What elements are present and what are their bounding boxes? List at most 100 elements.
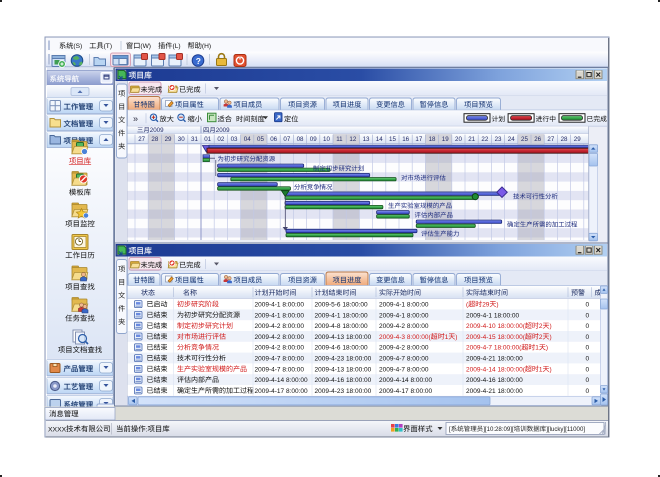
svg-text:2009-4-1 8:00:00: 2009-4-1 8:00:00 <box>379 302 429 309</box>
svg-text:16: 16 <box>402 136 409 143</box>
svg-text:30: 30 <box>178 136 185 143</box>
svg-text:2009-4-17 8:00:00: 2009-4-17 8:00:00 <box>255 388 309 395</box>
svg-text:2009-4-10 18:00:00(: 2009-4-10 18:00:00( <box>466 323 526 330</box>
svg-text:29: 29 <box>165 136 172 143</box>
svg-text:): ) <box>550 366 552 373</box>
svg-text:2009-4-15 18:00:00(: 2009-4-15 18:00:00( <box>466 334 526 341</box>
svg-text:): ) <box>496 302 498 309</box>
svg-text:29: 29 <box>482 302 490 309</box>
svg-text:23: 23 <box>495 136 502 143</box>
svg-text:0: 0 <box>586 377 590 384</box>
svg-text:2009-4-23 18:00:00: 2009-4-23 18:00:00 <box>315 356 372 363</box>
svg-text:19: 19 <box>442 136 449 143</box>
svg-text:0: 0 <box>586 323 590 330</box>
svg-text:27: 27 <box>547 136 554 143</box>
svg-text:2009-4-7 18:00:00(: 2009-4-7 18:00:00( <box>466 345 522 352</box>
svg-text:0: 0 <box>586 312 590 319</box>
svg-text:(T): (T) <box>104 43 112 50</box>
svg-text:»: » <box>133 114 138 124</box>
svg-text:0: 0 <box>586 356 590 363</box>
svg-text:][lucky][11000]: ][lucky][11000] <box>546 426 585 433</box>
svg-text:2009-4-1 18:00:00: 2009-4-1 18:00:00 <box>315 312 369 319</box>
svg-text:0: 0 <box>586 366 590 373</box>
svg-text:2009-4-14 8:00:00: 2009-4-14 8:00:00 <box>379 377 433 384</box>
svg-text:2009-4-2 8:00:00: 2009-4-2 8:00:00 <box>379 345 429 352</box>
svg-text:2009-4-13 18:00:00: 2009-4-13 18:00:00 <box>315 366 372 373</box>
svg-text:27: 27 <box>138 136 145 143</box>
svg-text:18: 18 <box>429 136 436 143</box>
svg-text:2009-4-17 8:00:00: 2009-4-17 8:00:00 <box>379 388 433 395</box>
svg-text:XXXX: XXXX <box>48 426 67 433</box>
svg-text:25: 25 <box>521 136 528 143</box>
svg-text:2009-4-1 8:00:00: 2009-4-1 8:00:00 <box>379 312 429 319</box>
svg-text:28: 28 <box>151 136 158 143</box>
svg-text:2009-4-2 8:00:00: 2009-4-2 8:00:00 <box>255 323 305 330</box>
svg-text:(W): (W) <box>140 43 151 50</box>
svg-text:(L): (L) <box>173 43 181 50</box>
svg-text:(H): (H) <box>202 43 211 50</box>
svg-text:2009-4-16 18:00:00: 2009-4-16 18:00:00 <box>466 377 523 384</box>
svg-text:1: 1 <box>539 366 543 373</box>
svg-text:11: 11 <box>336 136 343 143</box>
svg-text:): ) <box>550 323 552 330</box>
svg-text:12: 12 <box>349 136 356 143</box>
svg-text:2009: 2009 <box>216 127 230 134</box>
svg-text::: : <box>146 426 148 433</box>
svg-text:2009-4-7 8:00:00: 2009-4-7 8:00:00 <box>379 366 429 373</box>
svg-text:15: 15 <box>389 136 396 143</box>
svg-text:2009-4-3 8:00:00(: 2009-4-3 8:00:00( <box>379 334 432 341</box>
svg-text:1: 1 <box>535 345 539 352</box>
svg-text:29: 29 <box>574 136 581 143</box>
svg-text:08: 08 <box>297 136 304 143</box>
svg-text:21: 21 <box>468 136 475 143</box>
svg-text:2: 2 <box>539 334 543 341</box>
svg-text:2009-4-7 8:00:00: 2009-4-7 8:00:00 <box>379 356 429 363</box>
svg-text:2009-4-1 8:00:00: 2009-4-1 8:00:00 <box>255 312 305 319</box>
svg-text:17: 17 <box>415 136 422 143</box>
svg-text:2009-4-14 8:00:00: 2009-4-14 8:00:00 <box>255 377 309 384</box>
svg-text:0: 0 <box>586 345 590 352</box>
svg-text:2: 2 <box>539 323 543 330</box>
svg-text:2009-4-7 8:00:00: 2009-4-7 8:00:00 <box>255 356 305 363</box>
svg-text:02: 02 <box>217 136 224 143</box>
svg-text:2009-4-1 8:00:00: 2009-4-1 8:00:00 <box>255 302 305 309</box>
svg-text:2009-4-14 18:00:00(: 2009-4-14 18:00:00( <box>466 366 526 373</box>
svg-text:01: 01 <box>204 136 211 143</box>
svg-text:24: 24 <box>508 136 515 143</box>
svg-text:(S): (S) <box>73 43 82 50</box>
svg-text:): ) <box>550 334 552 341</box>
svg-text:2009-4-13 18:00:00: 2009-4-13 18:00:00 <box>315 334 372 341</box>
svg-text:20: 20 <box>455 136 462 143</box>
svg-text:2009-4-7 8:00:00: 2009-4-7 8:00:00 <box>255 366 305 373</box>
svg-text:): ) <box>546 345 548 352</box>
svg-text:2009-4-2 8:00:00: 2009-4-2 8:00:00 <box>379 323 429 330</box>
svg-text:2009-4-6 18:00:00: 2009-4-6 18:00:00 <box>315 345 369 352</box>
svg-text:2009-4-2 8:00:00: 2009-4-2 8:00:00 <box>255 345 305 352</box>
svg-text:03: 03 <box>231 136 238 143</box>
svg-text:04: 04 <box>244 136 251 143</box>
svg-text:13: 13 <box>363 136 370 143</box>
svg-text:1: 1 <box>445 334 449 341</box>
svg-text:14: 14 <box>376 136 383 143</box>
svg-text:09: 09 <box>310 136 317 143</box>
svg-text:07: 07 <box>283 136 290 143</box>
svg-text:0: 0 <box>586 302 590 309</box>
svg-text:2009-4-1 18:00:00: 2009-4-1 18:00:00 <box>466 312 520 319</box>
svg-text:): ) <box>455 334 457 341</box>
svg-text:2009-4-23 18:00:00: 2009-4-23 18:00:00 <box>315 388 372 395</box>
svg-text:05: 05 <box>257 136 264 143</box>
svg-text:06: 06 <box>270 136 277 143</box>
svg-text:2009-4-8 18:00:00: 2009-4-8 18:00:00 <box>315 323 369 330</box>
svg-text:2009-5-6 18:00:00: 2009-5-6 18:00:00 <box>315 302 369 309</box>
svg-text:2009: 2009 <box>150 127 164 134</box>
svg-text:[: [ <box>449 426 451 433</box>
svg-text:0: 0 <box>586 388 590 395</box>
svg-text:31: 31 <box>191 136 198 143</box>
svg-text:2009-4-2 8:00:00: 2009-4-2 8:00:00 <box>255 334 305 341</box>
svg-text:2009-4-16 18:00:00: 2009-4-16 18:00:00 <box>315 377 372 384</box>
svg-text:][10:28:09][: ][10:28:09][ <box>483 426 514 433</box>
svg-text:10: 10 <box>323 136 330 143</box>
svg-text:26: 26 <box>534 136 541 143</box>
svg-text:22: 22 <box>481 136 488 143</box>
svg-text:0: 0 <box>586 334 590 341</box>
